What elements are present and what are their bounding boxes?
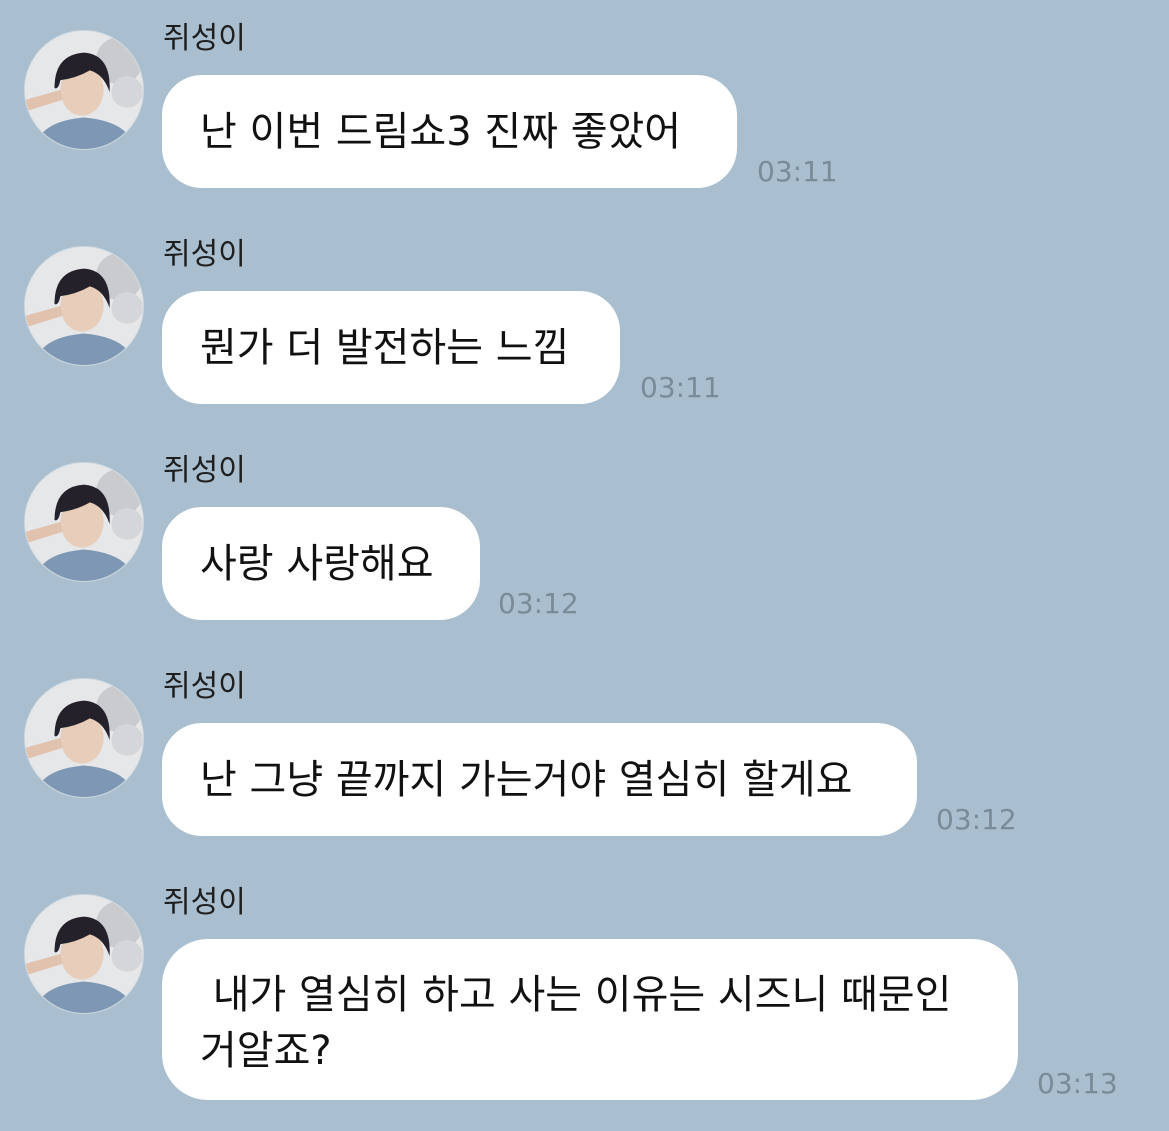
chat-message-list: 쥐성이 난 이번 드림쇼3 진짜 좋았어 03:11 쥐성이 뭔가 더 발전하는… — [0, 0, 1169, 1131]
message-text: 사랑 사랑해요 — [200, 540, 434, 587]
sender-name: 쥐성이 — [163, 21, 246, 56]
message-text: 난 이번 드림쇼3 진짜 좋았어 — [200, 108, 682, 155]
sender-name: 쥐성이 — [163, 669, 246, 704]
message-text: 난 그냥 끝까지 가는거야 열심히 할게요 — [200, 756, 853, 803]
message-item: 쥐성이 내가 열심히 하고 사는 이유는 시즈니 때문인 거알죠? 03:13 — [0, 864, 1169, 1131]
avatar[interactable] — [24, 678, 144, 798]
profile-photo-icon — [25, 31, 143, 149]
profile-photo-icon — [25, 247, 143, 365]
message-bubble[interactable]: 난 그냥 끝까지 가는거야 열심히 할게요 — [162, 723, 917, 836]
message-bubble[interactable]: 내가 열심히 하고 사는 이유는 시즈니 때문인 거알죠? — [162, 939, 1018, 1100]
message-timestamp: 03:11 — [757, 155, 838, 188]
profile-photo-icon — [25, 463, 143, 581]
message-timestamp: 03:12 — [498, 587, 579, 620]
message-item: 쥐성이 사랑 사랑해요 03:12 — [0, 432, 1169, 648]
message-text: 내가 열심히 하고 사는 이유는 시즈니 때문인 거알죠? — [200, 972, 952, 1074]
profile-photo-icon — [25, 895, 143, 1013]
avatar[interactable] — [24, 246, 144, 366]
message-text: 뭔가 더 발전하는 느낌 — [200, 324, 570, 371]
message-bubble[interactable]: 뭔가 더 발전하는 느낌 — [162, 291, 620, 404]
message-bubble[interactable]: 난 이번 드림쇼3 진짜 좋았어 — [162, 75, 737, 188]
avatar[interactable] — [24, 462, 144, 582]
sender-name: 쥐성이 — [163, 237, 246, 272]
message-timestamp: 03:13 — [1037, 1067, 1118, 1100]
avatar[interactable] — [24, 30, 144, 150]
message-item: 쥐성이 난 이번 드림쇼3 진짜 좋았어 03:11 — [0, 0, 1169, 216]
message-item: 쥐성이 뭔가 더 발전하는 느낌 03:11 — [0, 216, 1169, 432]
sender-name: 쥐성이 — [163, 453, 246, 488]
message-item: 쥐성이 난 그냥 끝까지 가는거야 열심히 할게요 03:12 — [0, 648, 1169, 864]
profile-photo-icon — [25, 679, 143, 797]
message-bubble[interactable]: 사랑 사랑해요 — [162, 507, 480, 620]
message-timestamp: 03:12 — [936, 803, 1017, 836]
message-timestamp: 03:11 — [640, 371, 721, 404]
avatar[interactable] — [24, 894, 144, 1014]
sender-name: 쥐성이 — [163, 885, 246, 920]
